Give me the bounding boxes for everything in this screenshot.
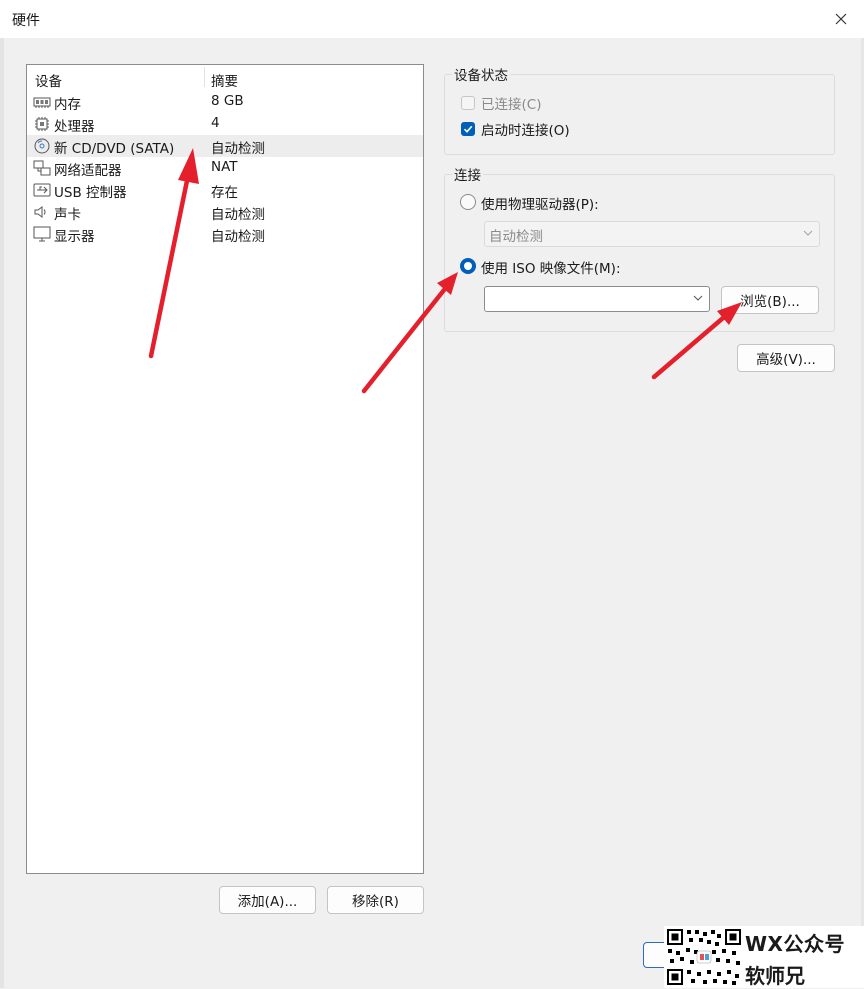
usb-icon [33, 183, 51, 197]
device-row-cd-dvd[interactable]: 新 CD/DVD (SATA) 自动检测 [27, 135, 423, 157]
device-list-header: 设备 摘要 [27, 65, 423, 91]
title-bar: 硬件 [0, 0, 864, 38]
window-edge-left [0, 38, 4, 988]
cd-dvd-icon [34, 138, 50, 154]
device-name: 新 CD/DVD (SATA) [54, 141, 175, 157]
monitor-icon [33, 226, 51, 242]
memory-icon [33, 97, 51, 108]
browse-button[interactable]: 浏览(B)... [721, 286, 819, 314]
device-status-group: 设备状态 已连接(C) 启动时连接(O) [444, 64, 835, 155]
column-header-summary[interactable]: 摘要 [211, 70, 238, 90]
physical-drive-select[interactable]: 自动检测 [484, 221, 820, 247]
iso-image-radio[interactable] [460, 258, 476, 274]
connection-group: 连接 使用物理驱动器(P): 自动检测 使用 ISO 映像文件(M): 浏览(B… [444, 164, 835, 332]
add-device-button[interactable]: 添加(A)... [219, 886, 316, 914]
window-title: 硬件 [12, 13, 40, 29]
connected-checkbox[interactable] [461, 96, 475, 110]
device-row-display[interactable]: 显示器 自动检测 [27, 223, 423, 245]
network-icon [33, 160, 51, 176]
physical-drive-value: 自动检测 [489, 229, 543, 245]
device-list[interactable]: 设备 摘要 内存 8 GB 处理器 4 新 CD/DVD (SATA) 自动检测 [26, 64, 424, 874]
device-summary: 存在 [211, 185, 238, 201]
device-row-usb[interactable]: USB 控制器 存在 [27, 179, 423, 201]
device-row-processor[interactable]: 处理器 4 [27, 113, 423, 135]
device-summary: 4 [211, 115, 220, 131]
iso-image-label: 使用 ISO 映像文件(M): [481, 261, 621, 277]
watermark-line2: 软师兄 [745, 964, 805, 988]
device-summary: 自动检测 [211, 207, 265, 223]
physical-drive-radio[interactable] [460, 194, 476, 210]
connect-at-power-on-checkbox[interactable] [461, 122, 475, 136]
device-summary: 自动检测 [211, 229, 265, 245]
chevron-down-icon [693, 295, 703, 301]
device-name: 显示器 [54, 229, 95, 245]
device-row-network[interactable]: 网络适配器 NAT [27, 157, 423, 179]
device-row-sound-card[interactable]: 声卡 自动检测 [27, 201, 423, 223]
speaker-icon [34, 206, 46, 218]
processor-icon [35, 117, 49, 131]
device-summary: NAT [211, 159, 238, 175]
device-summary: 8 GB [211, 93, 244, 109]
chevron-down-icon [803, 230, 813, 236]
watermark-line1: WX公众号 [745, 932, 845, 956]
close-icon [835, 13, 847, 25]
remove-device-button[interactable]: 移除(R) [327, 886, 424, 914]
iso-path-combobox[interactable] [484, 286, 710, 312]
connection-title: 连接 [452, 164, 483, 184]
device-name: USB 控制器 [54, 185, 127, 201]
qr-code-icon [666, 928, 742, 986]
checkmark-icon [463, 125, 473, 133]
device-name: 处理器 [54, 119, 95, 135]
advanced-button[interactable]: 高级(V)... [737, 344, 835, 372]
connect-at-power-on-label: 启动时连接(O) [481, 123, 570, 139]
watermark: WX公众号 软师兄 [664, 926, 864, 988]
connected-label: 已连接(C) [481, 97, 542, 113]
device-name: 声卡 [54, 207, 81, 223]
column-header-device[interactable]: 设备 [35, 70, 62, 90]
device-summary: 自动检测 [211, 141, 265, 157]
close-button[interactable] [818, 0, 864, 38]
device-status-title: 设备状态 [452, 64, 510, 84]
physical-drive-label: 使用物理驱动器(P): [481, 197, 599, 213]
column-separator[interactable] [204, 67, 205, 87]
device-name: 网络适配器 [54, 163, 122, 179]
device-name: 内存 [54, 97, 81, 113]
device-row-memory[interactable]: 内存 8 GB [27, 91, 423, 113]
